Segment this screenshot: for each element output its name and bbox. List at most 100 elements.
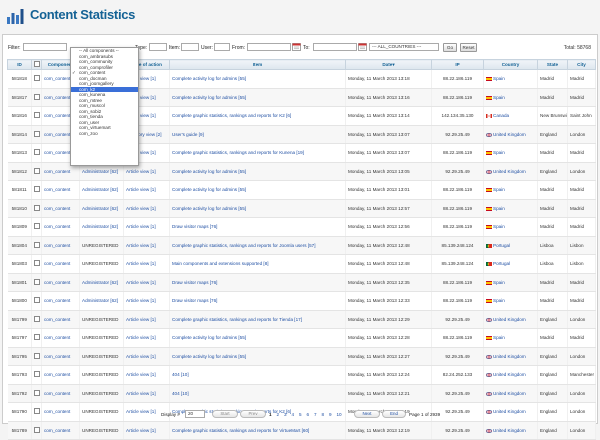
table-row[interactable]: 581799 com_content UNREGISTERED Article vie… (7, 310, 596, 329)
row-country[interactable]: United Kingdom (493, 428, 526, 433)
row-country[interactable]: United Kingdom (493, 169, 526, 174)
row-checkbox[interactable] (34, 223, 40, 230)
row-component[interactable]: com_content (41, 217, 80, 237)
select-all-checkbox[interactable] (33, 61, 40, 67)
table-row[interactable]: 581811 com_content Administrator [62] Artic… (7, 180, 596, 200)
row-checkbox-cell[interactable] (31, 365, 42, 385)
dropdown-option[interactable]: com_zoo (71, 131, 138, 137)
row-checkbox[interactable] (34, 186, 40, 193)
row-action[interactable]: Article view [1] (123, 273, 170, 292)
row-checkbox-cell[interactable] (31, 310, 42, 329)
row-action[interactable]: Article view [1] (123, 217, 170, 237)
row-item[interactable]: Complete graphic statistics, rankings an… (169, 143, 346, 163)
row-action[interactable]: Article view [1] (123, 180, 170, 200)
page-number-link[interactable]: 2 (277, 412, 280, 417)
page-number-link[interactable]: 5 (299, 412, 302, 417)
row-checkbox[interactable] (34, 75, 40, 82)
page-number-link[interactable]: 1 (269, 412, 272, 417)
row-checkbox[interactable] (34, 389, 40, 396)
to-date-input[interactable] (313, 43, 357, 51)
row-checkbox-cell[interactable] (31, 273, 42, 292)
table-row[interactable]: 581810 com_content Administrator [62] Artic… (7, 199, 596, 218)
page-number-link[interactable]: 10 (337, 412, 342, 417)
row-action[interactable]: Article view [1] (123, 236, 170, 255)
row-user[interactable]: Administrator [62] (79, 199, 124, 218)
row-country[interactable]: United Kingdom (493, 391, 526, 396)
row-checkbox-cell[interactable] (31, 421, 42, 440)
row-item[interactable]: Complete graphic statistics, rankings an… (169, 106, 346, 126)
row-country[interactable]: Spain (493, 187, 505, 192)
table-row[interactable]: 581797 com_content UNREGISTERED Article vie… (7, 328, 596, 348)
row-checkbox[interactable] (34, 334, 40, 341)
row-checkbox[interactable] (34, 149, 40, 156)
row-component[interactable]: com_content (41, 180, 80, 200)
table-row[interactable]: 581803 com_content UNREGISTERED Article vie… (7, 254, 596, 274)
row-item[interactable]: Draw visitor maps [76] (169, 273, 346, 292)
from-date-input[interactable] (247, 43, 291, 51)
row-country[interactable]: Spain (493, 335, 505, 340)
row-checkbox-cell[interactable] (31, 143, 42, 163)
calendar-icon[interactable] (292, 42, 301, 51)
column-header[interactable]: Date▾ (345, 59, 432, 70)
reset-button[interactable]: Reset (460, 43, 477, 52)
column-header[interactable]: Country (483, 59, 538, 70)
row-item[interactable]: Complete graphic statistics, rankings an… (169, 421, 346, 440)
end-button[interactable]: End (382, 410, 406, 418)
user-input[interactable] (214, 43, 230, 51)
row-item[interactable]: User's guide [9] (169, 125, 346, 144)
next-button[interactable]: Next (354, 410, 380, 418)
row-checkbox-cell[interactable] (31, 328, 42, 348)
row-country[interactable]: Canada (493, 113, 509, 118)
row-checkbox[interactable] (34, 278, 40, 285)
row-action[interactable]: Article view [1] (123, 254, 170, 274)
row-component[interactable]: com_content (41, 310, 80, 329)
row-checkbox-cell[interactable] (31, 106, 42, 126)
row-component[interactable]: com_content (41, 236, 80, 255)
row-checkbox[interactable] (34, 167, 40, 174)
row-user[interactable]: Administrator [62] (79, 273, 124, 292)
component-dropdown-menu[interactable]: -- All components -- com_ambrasubs com_com… (70, 47, 139, 166)
row-country[interactable]: Spain (493, 280, 505, 285)
row-checkbox-cell[interactable] (31, 384, 42, 403)
row-country[interactable]: United Kingdom (493, 132, 526, 137)
row-checkbox[interactable] (34, 130, 40, 137)
row-checkbox[interactable] (34, 371, 40, 378)
prev-button[interactable]: Prev (240, 410, 266, 418)
page-number-link[interactable]: 4 (292, 412, 295, 417)
row-checkbox-cell[interactable] (31, 236, 42, 255)
row-checkbox-cell[interactable] (31, 125, 42, 144)
table-row[interactable]: 581809 com_content Administrator [62] Artic… (7, 217, 596, 237)
row-action[interactable]: Article view [1] (123, 384, 170, 403)
row-country[interactable]: Spain (493, 224, 505, 229)
row-component[interactable]: com_content (41, 347, 80, 366)
table-row[interactable]: 581795 com_content UNREGISTERED Article vie… (7, 347, 596, 366)
row-item[interactable]: Complete activity log for admins [55] (169, 162, 346, 181)
row-action[interactable]: Article view [1] (123, 365, 170, 385)
row-item[interactable]: Complete graphic statistics, rankings an… (169, 310, 346, 329)
row-checkbox[interactable] (34, 93, 40, 100)
table-row[interactable]: 581801 com_content Administrator [62] Artic… (7, 273, 596, 292)
row-item[interactable]: Complete activity log for admins [55] (169, 347, 346, 366)
page-number-link[interactable]: 9 (329, 412, 332, 417)
row-component[interactable]: com_content (41, 254, 80, 274)
row-component[interactable]: com_content (41, 421, 80, 440)
row-checkbox[interactable] (34, 297, 40, 304)
row-action[interactable]: Article view [1] (123, 328, 170, 348)
row-component[interactable]: com_content (41, 273, 80, 292)
row-country[interactable]: Spain (493, 76, 505, 81)
row-checkbox[interactable] (34, 241, 40, 248)
row-component[interactable]: com_content (41, 199, 80, 218)
country-select[interactable]: --- ALL_COUNTRIES --- (369, 43, 439, 51)
column-header[interactable]: ID (7, 59, 32, 70)
table-row[interactable]: 581792 com_content UNREGISTERED Article vie… (7, 384, 596, 403)
row-country[interactable]: Portugal (493, 243, 510, 248)
row-country[interactable]: United Kingdom (493, 317, 526, 322)
row-checkbox-cell[interactable] (31, 217, 42, 237)
row-item[interactable]: 404 [10] (169, 384, 346, 403)
table-row[interactable]: 581789 com_content UNREGISTERED Article vie… (7, 421, 596, 440)
row-item[interactable]: Complete activity log for admins [55] (169, 88, 346, 107)
page-number-link[interactable]: 6 (307, 412, 310, 417)
item-input[interactable] (181, 43, 199, 51)
row-user[interactable]: Administrator [62] (79, 217, 124, 237)
row-item[interactable]: 404 [10] (169, 365, 346, 385)
